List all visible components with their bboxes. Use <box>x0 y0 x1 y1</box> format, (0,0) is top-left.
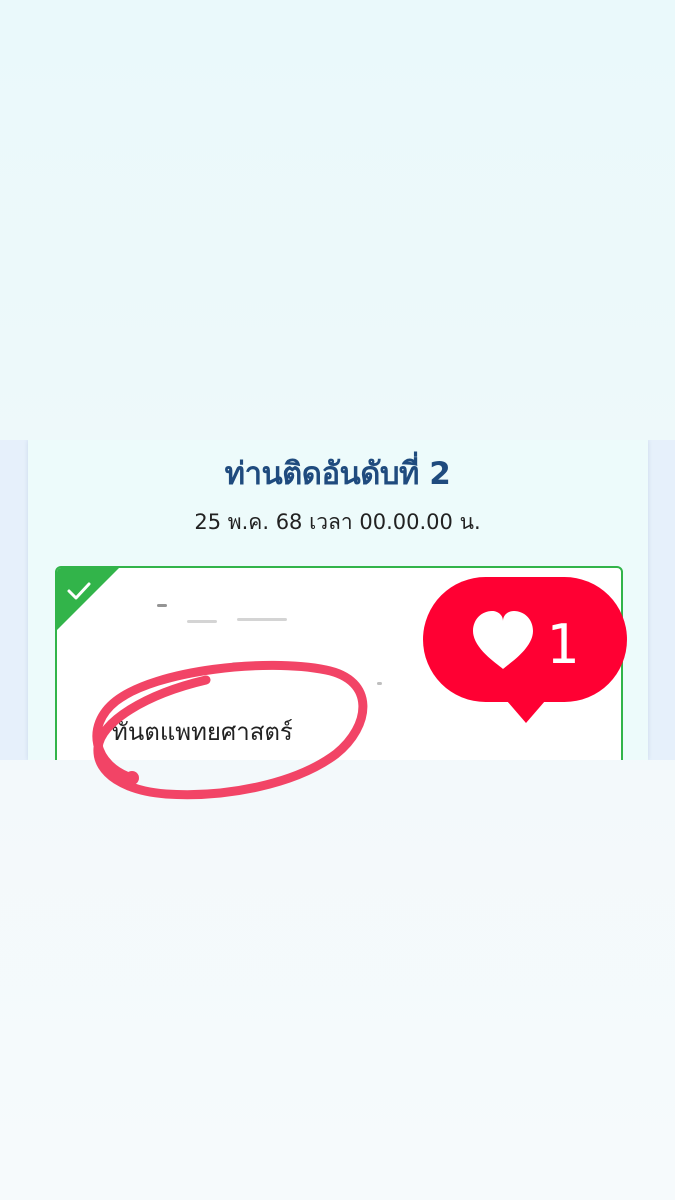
redacted-text <box>377 682 382 685</box>
check-icon <box>67 582 91 600</box>
redacted-text <box>187 620 217 623</box>
highlight-circle-annotation <box>92 660 368 800</box>
redacted-text <box>157 604 167 607</box>
like-bubble <box>423 577 627 723</box>
announcement-datetime: 25 พ.ค. 68 เวลา 00.00.00 น. <box>194 510 481 534</box>
rank-title: ท่านติดอันดับที่ 2 <box>224 456 451 492</box>
like-count: 1 <box>546 613 579 676</box>
like-sticker: 1 <box>423 577 627 727</box>
story-canvas: { "result": { "title": "ท่านติดอันดับที่… <box>0 0 675 1200</box>
redacted-text <box>237 618 287 621</box>
